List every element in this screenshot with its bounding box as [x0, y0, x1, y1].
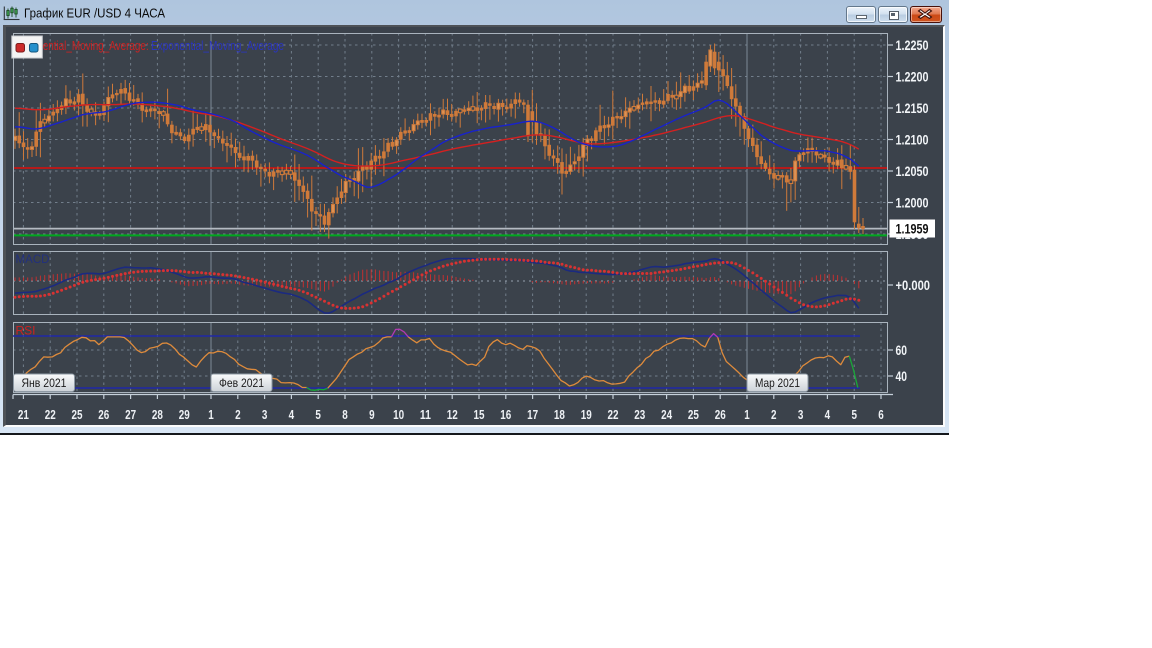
svg-text:28: 28 — [152, 408, 163, 422]
svg-text:Exponential_Moving_Average: Exponential_Moving_Average — [151, 39, 284, 53]
svg-text:1.2100: 1.2100 — [896, 132, 929, 147]
svg-text:25: 25 — [688, 408, 699, 422]
svg-text:18: 18 — [554, 408, 565, 422]
svg-text:Фев 2021: Фев 2021 — [219, 376, 264, 390]
svg-text:Янв 2021: Янв 2021 — [22, 376, 67, 390]
svg-text:60: 60 — [896, 343, 908, 358]
svg-text:1: 1 — [208, 408, 214, 422]
svg-text:19: 19 — [581, 408, 592, 422]
svg-text:27: 27 — [125, 408, 136, 422]
svg-text:4: 4 — [825, 408, 831, 422]
svg-text:8: 8 — [342, 408, 348, 422]
svg-text:12: 12 — [447, 408, 458, 422]
svg-text:2: 2 — [771, 408, 777, 422]
svg-text:9: 9 — [369, 408, 375, 422]
svg-text:1.2200: 1.2200 — [896, 69, 929, 84]
svg-text:2: 2 — [235, 408, 241, 422]
svg-text:22: 22 — [608, 408, 619, 422]
svg-text:21: 21 — [18, 408, 29, 422]
svg-text:1.2150: 1.2150 — [896, 101, 929, 116]
svg-text:6: 6 — [878, 408, 884, 422]
svg-text:22: 22 — [45, 408, 56, 422]
svg-text:25: 25 — [72, 408, 83, 422]
svg-text:23: 23 — [634, 408, 645, 422]
svg-text:16: 16 — [500, 408, 511, 422]
svg-text:3: 3 — [798, 408, 804, 422]
svg-text:+0.000: +0.000 — [896, 278, 931, 293]
svg-text:17: 17 — [527, 408, 538, 422]
svg-text:3: 3 — [262, 408, 268, 422]
svg-text:1.2000: 1.2000 — [896, 195, 929, 210]
svg-text:1.2250: 1.2250 — [896, 38, 929, 53]
svg-text:График EUR /USD 4 ЧАСА: График EUR /USD 4 ЧАСА — [24, 6, 165, 21]
svg-text:24: 24 — [661, 408, 672, 422]
svg-text:RSI: RSI — [16, 324, 36, 338]
svg-text:MACD: MACD — [16, 252, 50, 266]
svg-text:5: 5 — [852, 408, 858, 422]
svg-text:26: 26 — [715, 408, 726, 422]
svg-text:4: 4 — [289, 408, 295, 422]
svg-text:Мар 2021: Мар 2021 — [755, 376, 800, 390]
svg-text:26: 26 — [98, 408, 109, 422]
svg-text:10: 10 — [393, 408, 404, 422]
svg-text:15: 15 — [474, 408, 485, 422]
svg-text:1.2050: 1.2050 — [896, 164, 929, 179]
svg-text:5: 5 — [315, 408, 321, 422]
svg-text:ential_Moving_Average:: ential_Moving_Average: — [43, 39, 149, 53]
svg-text:1.1959: 1.1959 — [896, 221, 929, 236]
svg-text:40: 40 — [896, 369, 908, 384]
svg-text:29: 29 — [179, 408, 190, 422]
svg-text:11: 11 — [420, 408, 431, 422]
svg-text:1: 1 — [744, 408, 750, 422]
